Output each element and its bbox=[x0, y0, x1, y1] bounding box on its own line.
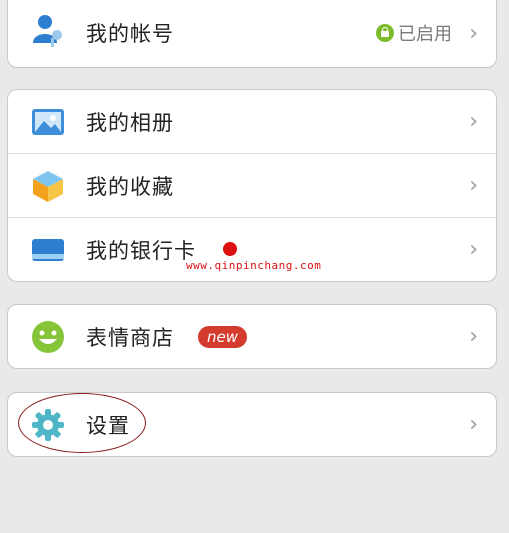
profile-card: 我的相册 › 我的收藏 › 我的银行卡 › bbox=[7, 89, 497, 282]
smiley-icon bbox=[32, 320, 64, 353]
chevron-right-icon: › bbox=[469, 324, 478, 349]
favorites-icon bbox=[33, 170, 63, 202]
new-badge: new bbox=[198, 325, 248, 348]
chevron-right-icon: › bbox=[469, 109, 478, 134]
account-card: 我的帐号 已启用 › bbox=[7, 0, 497, 68]
chevron-right-icon: › bbox=[469, 412, 478, 437]
bank-card-icon bbox=[32, 238, 64, 261]
emoji-store-row[interactable]: 表情商店 new › bbox=[8, 305, 496, 368]
my-favorites-label: 我的收藏 bbox=[86, 174, 174, 199]
lock-icon bbox=[376, 24, 394, 42]
highlight-ellipse bbox=[18, 393, 146, 453]
my-album-label: 我的相册 bbox=[86, 110, 174, 135]
my-favorites-row[interactable]: 我的收藏 › bbox=[8, 153, 496, 217]
chevron-right-icon: › bbox=[469, 173, 478, 198]
account-status: 已启用 bbox=[376, 20, 452, 46]
my-account-label: 我的帐号 bbox=[86, 22, 174, 46]
account-status-text: 已启用 bbox=[398, 24, 452, 45]
chevron-right-icon: › bbox=[469, 237, 478, 262]
my-album-row[interactable]: 我的相册 › bbox=[8, 90, 496, 153]
account-icon bbox=[33, 15, 62, 47]
my-bank-card-label: 我的银行卡 bbox=[86, 238, 196, 263]
emoji-store-label: 表情商店 bbox=[86, 325, 174, 350]
my-account-row[interactable]: 我的帐号 已启用 › bbox=[8, 0, 496, 67]
chevron-right-icon: › bbox=[469, 20, 478, 46]
emoji-store-card: 表情商店 new › bbox=[7, 304, 497, 369]
watermark-text: www.qinpinchang.com bbox=[186, 259, 322, 272]
album-icon bbox=[32, 108, 64, 135]
notification-dot bbox=[223, 242, 237, 256]
